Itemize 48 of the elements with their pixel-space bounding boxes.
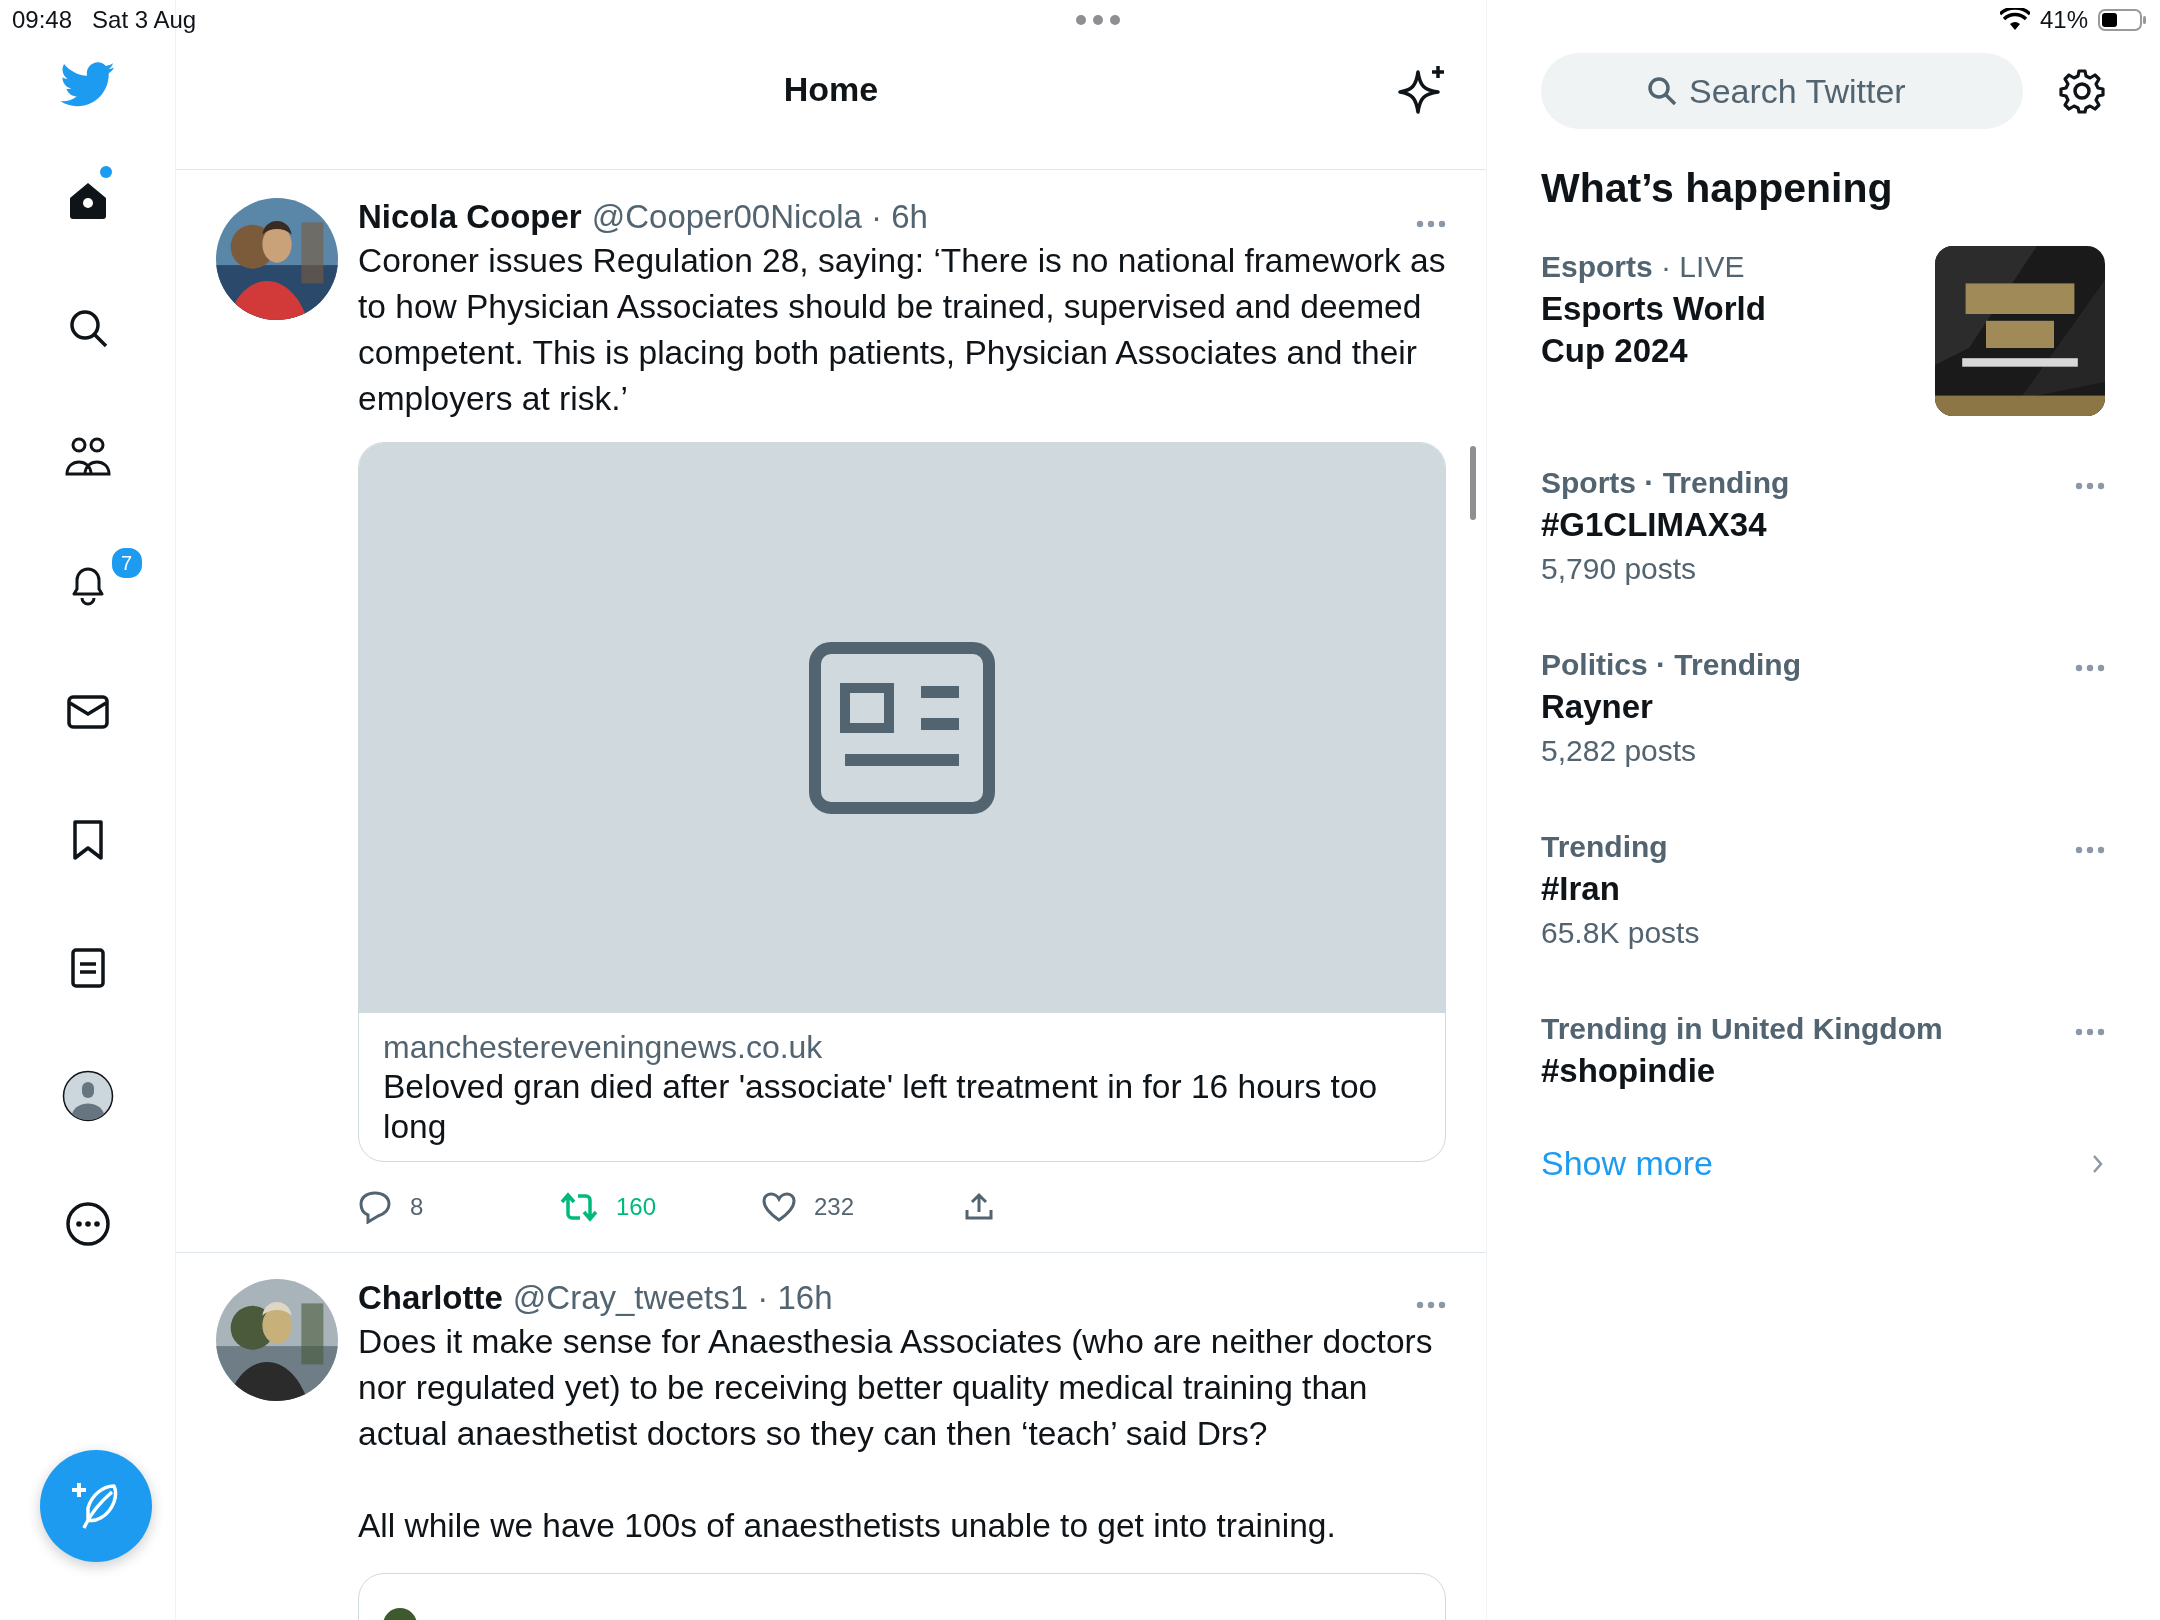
newspaper-icon <box>809 642 995 814</box>
trend-title[interactable]: #Iran <box>1541 868 1700 910</box>
trend-context: Sports · Trending <box>1541 465 1790 501</box>
link-title: Beloved gran died after 'associate' left treatment in for 16 hours too long <box>383 1067 1379 1147</box>
tweet-text: All while we have 100s of anaesthetists unable to get into training. <box>358 1506 1337 1546</box>
avatar-icon[interactable] <box>61 1070 114 1122</box>
trend-title[interactable]: #shopindie <box>1541 1050 1943 1092</box>
wifi-icon <box>1999 8 2030 32</box>
search-icon <box>1647 76 1677 106</box>
more-icon[interactable] <box>64 1201 111 1247</box>
reply-count: 8 <box>410 1193 424 1221</box>
link-card[interactable]: manchestereveningnews.co.uk Beloved gran died after 'associate' left treatment in for 16 hours too long <box>358 442 1446 1162</box>
author-handle: @Cray_tweets1 · 16h <box>512 1279 834 1317</box>
trend-context: Trending <box>1541 829 1669 865</box>
bird-logo-icon[interactable] <box>59 62 116 108</box>
notification-badge: 7 <box>109 546 144 580</box>
multitask-icon[interactable] <box>1075 14 1122 26</box>
trend-context: Trending in United Kingdom <box>1541 1011 1943 1047</box>
status-date: Sat 3 Aug <box>92 6 197 34</box>
trend-title[interactable]: #G1CLIMAX34 <box>1541 504 1790 546</box>
compose-button[interactable] <box>40 1450 152 1562</box>
reply-icon[interactable] <box>358 1190 392 1224</box>
post-count: 65.8K posts <box>1541 915 1700 951</box>
battery-icon <box>2098 8 2148 32</box>
trend-title[interactable]: Esports World Cup 2024 <box>1541 288 1781 372</box>
page-title: Home <box>783 70 879 109</box>
status-time: 09:48 <box>12 6 73 34</box>
author-name[interactable]: Charlotte <box>358 1279 503 1317</box>
trend-title[interactable]: Rayner <box>1541 686 1802 728</box>
link-domain: manchestereveningnews.co.uk <box>383 1028 824 1067</box>
tweet-text: Coroner issues Regulation 28, saying: ‘There is no national framework as to how Physician Associates should be trained, supervised and deemed competent. This is placing both patients, Physician Associates and their employers at risk.’ <box>358 241 1446 419</box>
heart-icon[interactable] <box>762 1192 796 1222</box>
retweet-count: 160 <box>616 1193 657 1221</box>
like-count: 232 <box>814 1193 855 1221</box>
section-title: What’s happening <box>1541 165 1894 212</box>
tweet-text: Does it make sense for Anaesthesia Associates (who are neither doctors nor regulated yet) to be receiving better quality medical training than actual anaesthetist doctors so they can then ‘teach’ said Drs? <box>358 1322 1434 1454</box>
share-icon[interactable] <box>964 1192 994 1222</box>
author-name[interactable]: Nicola Cooper <box>358 198 582 236</box>
post-count: 5,282 posts <box>1541 733 1698 769</box>
trend-context: Politics · Trending <box>1541 647 1802 683</box>
scroll-bar[interactable] <box>1470 446 1476 520</box>
settings-icon[interactable] <box>2059 68 2105 114</box>
battery-percent: 41% <box>2039 6 2088 34</box>
search-field[interactable]: Search Twitter <box>1541 53 2023 129</box>
sparkle-icon[interactable] <box>1398 64 1446 116</box>
author-handle: @Cooper00Nicola · 6h <box>591 198 929 236</box>
trend-category: Esports · LIVE <box>1541 249 1746 285</box>
post-count: 5,790 posts <box>1541 551 1698 587</box>
